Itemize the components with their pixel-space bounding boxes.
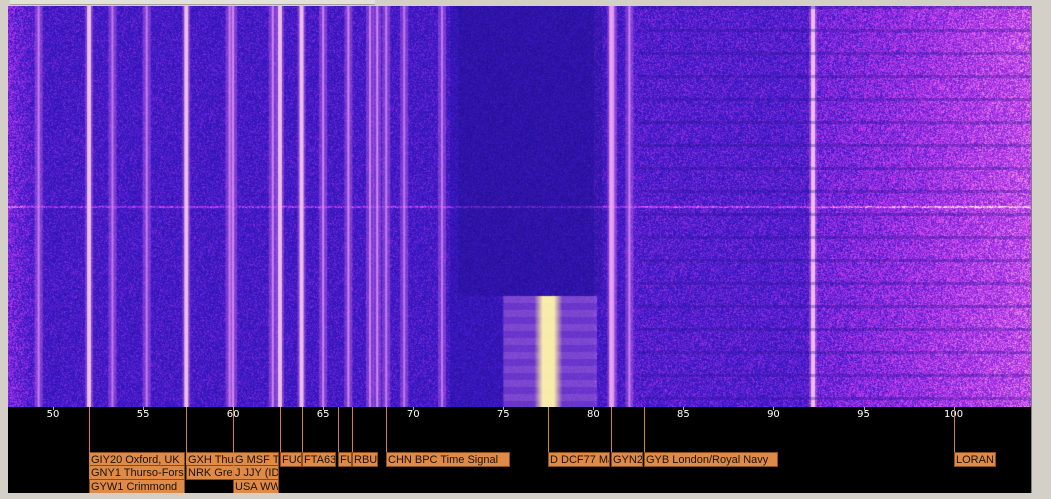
station-lead-line <box>644 407 645 452</box>
scale-tick-mark <box>773 407 775 410</box>
station-lead-line <box>233 407 234 479</box>
scale-tick-mark <box>503 407 505 410</box>
scale-tick-mark <box>323 407 325 410</box>
scale-tick-label: 70 <box>406 409 420 420</box>
station-label[interactable]: D DCF77 Mainflingen <box>548 452 610 467</box>
station-lead-line <box>352 407 353 452</box>
scale-tick-mark <box>143 407 145 410</box>
station-label[interactable]: FTA63 <box>302 452 336 467</box>
scale-tick-mark <box>53 407 55 410</box>
station-label[interactable]: CHN BPC Time Signal <box>386 452 510 467</box>
station-label[interactable]: NRK Greenland <box>186 465 234 480</box>
toolbar-remnant <box>10 0 375 5</box>
scale-tick-label: 80 <box>586 409 600 420</box>
station-label[interactable]: GYB London/Royal Navy <box>644 452 778 467</box>
waterfall-canvas[interactable] <box>8 6 1031 407</box>
station-lead-line <box>338 407 339 452</box>
scale-tick-label: 75 <box>496 409 510 420</box>
station-label[interactable]: RBU <box>352 452 378 467</box>
scale-tick-label: 65 <box>316 409 330 420</box>
scale-tick-label: 90 <box>767 409 780 420</box>
station-lead-line <box>954 407 955 452</box>
station-label[interactable]: GYN2 <box>611 452 643 467</box>
scale-tick-label: 50 <box>46 409 60 420</box>
station-lead-line <box>548 407 549 452</box>
window-bottom-edge <box>0 493 1051 499</box>
scale-tick-mark <box>953 407 955 410</box>
station-lead-line <box>611 407 612 452</box>
station-lead-line <box>302 407 303 452</box>
station-label[interactable]: GYW1 Crimmond <box>89 479 185 493</box>
scale-tick-mark <box>593 407 595 410</box>
station-label[interactable]: FUE <box>338 452 352 467</box>
scale-tick-label: 85 <box>677 409 690 420</box>
station-lead-line <box>280 407 281 452</box>
scale-tick-mark <box>233 407 235 410</box>
station-label[interactable]: LORAN <box>954 452 996 467</box>
station-lead-line <box>186 407 187 465</box>
station-lead-line <box>386 407 387 452</box>
right-frame <box>1031 6 1051 499</box>
scale-tick-mark <box>413 407 415 410</box>
station-label[interactable]: GNY1 Thurso-Forss <box>89 465 185 480</box>
scale-tick-mark <box>863 407 865 410</box>
station-label[interactable]: USA WWVB <box>233 479 279 493</box>
scale-tick-label: 55 <box>136 409 150 420</box>
frequency-scale[interactable]: 50556065707580859095100GIY20 Oxford, UKG… <box>8 407 1031 493</box>
spectrum-window: 50556065707580859095100GIY20 Oxford, UKG… <box>0 0 1051 499</box>
waterfall-display[interactable] <box>8 6 1031 407</box>
station-label[interactable]: J JJY (ID <box>233 465 279 480</box>
scale-tick-label: 95 <box>857 409 870 420</box>
station-lead-line <box>89 407 90 479</box>
station-label[interactable]: FUG <box>280 452 302 467</box>
left-frame <box>0 6 8 499</box>
scale-tick-mark <box>683 407 685 410</box>
